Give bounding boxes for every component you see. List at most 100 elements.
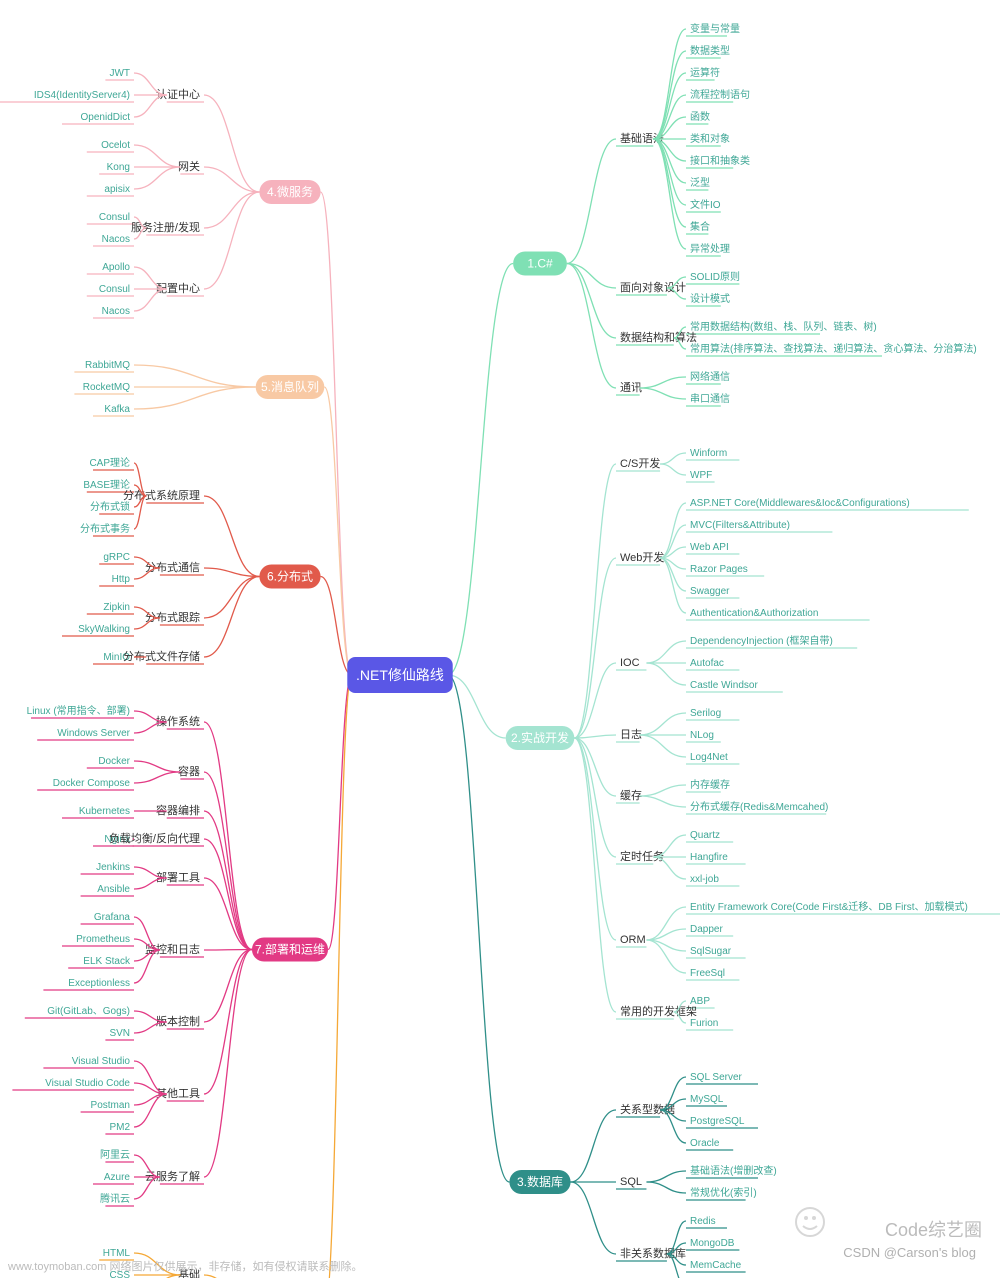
sub-node-label: C/S开发 bbox=[620, 456, 660, 470]
sub-node-label: 分布式通信 bbox=[145, 561, 200, 574]
leaf-label: Quartz bbox=[690, 830, 720, 841]
leaf-label: 运算符 bbox=[690, 66, 720, 79]
leaf-label: 腾讯云 bbox=[100, 1192, 130, 1205]
leaf-label: ELK Stack bbox=[83, 956, 131, 967]
main-node-label: 3.数据库 bbox=[517, 1174, 563, 1189]
main-node-label: 6.分布式 bbox=[267, 570, 313, 584]
sub-node-label: 容器编排 bbox=[156, 803, 200, 817]
sub-node-label: ORM bbox=[620, 934, 646, 946]
leaf-label: RocketMQ bbox=[83, 382, 130, 393]
leaf-label: Castle Windsor bbox=[690, 680, 758, 691]
leaf-label: 常用算法(排序算法、查找算法、递归算法、贪心算法、分治算法) bbox=[690, 342, 977, 355]
sub-node-label: 常用的开发框架 bbox=[620, 1004, 697, 1018]
leaf-label: Consul bbox=[99, 284, 130, 295]
leaf-label: Swagger bbox=[690, 586, 730, 597]
main-node-label: 1.C# bbox=[527, 257, 553, 271]
leaf-label: 常用数据结构(数组、栈、队列、链表、树) bbox=[690, 320, 877, 333]
leaf-label: IDS4(IdentityServer4) bbox=[34, 90, 130, 101]
root-node-label: .NET修仙路线 bbox=[356, 667, 444, 683]
leaf-label: Azure bbox=[104, 1172, 131, 1183]
leaf-label: 类和对象 bbox=[690, 132, 730, 145]
leaf-label: Consul bbox=[99, 212, 130, 223]
watermark-icon bbox=[796, 1208, 824, 1236]
leaf-label: Serilog bbox=[690, 708, 721, 719]
sub-node-label: SQL bbox=[620, 1176, 642, 1188]
leaf-label: ASP.NET Core(Middlewares&Ioc&Configurati… bbox=[690, 498, 910, 509]
leaf-label: Kong bbox=[107, 162, 130, 173]
leaf-label: OpenidDict bbox=[81, 112, 131, 123]
watermark-author: CSDN @Carson's blog bbox=[843, 1245, 976, 1260]
leaf-label: Jenkins bbox=[96, 862, 130, 873]
leaf-label: SOLID原则 bbox=[690, 270, 740, 283]
leaf-label: Docker bbox=[98, 756, 130, 767]
leaf-label: Entity Framework Core(Code First&迁移、DB F… bbox=[690, 900, 968, 913]
leaf-label: 网络通信 bbox=[690, 370, 730, 383]
leaf-label: DependencyInjection (框架自带) bbox=[690, 634, 833, 647]
sub-node-label: 分布式文件存储 bbox=[123, 649, 200, 663]
leaf-label: 接口和抽象类 bbox=[690, 154, 750, 167]
leaf-label: apisix bbox=[104, 184, 130, 195]
leaf-label: 变量与常量 bbox=[690, 22, 740, 35]
leaf-label: Docker Compose bbox=[53, 778, 131, 789]
leaf-label: Dapper bbox=[690, 924, 723, 935]
leaf-label: MongoDB bbox=[690, 1238, 735, 1249]
leaf-label: MySQL bbox=[690, 1094, 724, 1105]
leaf-label: Razor Pages bbox=[690, 564, 748, 575]
leaf-label: PM2 bbox=[109, 1122, 130, 1133]
leaf-label: CAP理论 bbox=[89, 456, 130, 469]
leaf-label: Oracle bbox=[690, 1138, 720, 1149]
leaf-label: Http bbox=[112, 574, 131, 585]
footer-disclaimer: www.toymoban.com 网络图片仅供展示，非存储，如有侵权请联系删除。 bbox=[8, 1258, 362, 1274]
leaf-label: Web API bbox=[690, 542, 729, 553]
leaf-label: Kafka bbox=[104, 404, 130, 415]
leaf-label: 集合 bbox=[690, 220, 710, 233]
sub-node-label: Web开发 bbox=[620, 550, 664, 564]
leaf-label: Exceptionless bbox=[68, 978, 130, 989]
sub-node-label: 负载均衡/反向代理 bbox=[109, 831, 200, 845]
leaf-label: Redis bbox=[690, 1216, 716, 1227]
leaf-label: 串口通信 bbox=[690, 393, 730, 405]
leaf-label: Prometheus bbox=[76, 934, 130, 945]
leaf-label: SVN bbox=[109, 1028, 130, 1039]
sub-node-label: 通讯 bbox=[620, 381, 642, 394]
leaf-label: SQL Server bbox=[690, 1072, 743, 1083]
leaf-label: 异常处理 bbox=[690, 242, 730, 255]
main-node-label: 5.消息队列 bbox=[261, 379, 319, 394]
mindmap-canvas: 变量与常量数据类型运算符流程控制语句函数类和对象接口和抽象类泛型文件IO集合异常… bbox=[0, 0, 1000, 1278]
leaf-label: Windows Server bbox=[57, 728, 130, 739]
leaf-label: PostgreSQL bbox=[690, 1116, 745, 1127]
leaf-label: Autofac bbox=[690, 658, 724, 669]
leaf-label: 内存缓存 bbox=[690, 778, 730, 791]
sub-node-label: 容器 bbox=[178, 764, 200, 778]
leaf-label: MVC(Filters&Attribute) bbox=[690, 520, 790, 531]
leaf-label: 文件IO bbox=[690, 198, 721, 211]
leaf-label: Apollo bbox=[102, 262, 130, 273]
sub-node-label: 数据结构和算法 bbox=[620, 330, 697, 344]
leaf-label: 数据类型 bbox=[690, 44, 730, 57]
sub-node-label: 网关 bbox=[178, 159, 200, 173]
sub-node-label: 云服务了解 bbox=[145, 1169, 200, 1183]
leaf-label: Zipkin bbox=[103, 602, 130, 613]
leaf-label: Visual Studio Code bbox=[45, 1078, 130, 1089]
leaf-label: Nacos bbox=[102, 234, 130, 245]
main-node-label: 4.微服务 bbox=[267, 184, 313, 199]
leaf-label: 基础语法(增删改查) bbox=[690, 1164, 777, 1177]
leaf-label: 泛型 bbox=[690, 176, 710, 189]
main-node-label: 2.实战开发 bbox=[511, 730, 569, 745]
leaf-label: FreeSql bbox=[690, 968, 725, 979]
leaf-label: Log4Net bbox=[690, 752, 728, 763]
leaf-label: Visual Studio bbox=[72, 1056, 131, 1067]
leaf-label: 设计模式 bbox=[690, 292, 730, 305]
leaf-label: 常规优化(索引) bbox=[690, 1186, 757, 1199]
leaf-label: 分布式事务 bbox=[80, 522, 130, 535]
leaf-label: JWT bbox=[109, 68, 130, 79]
sub-node-label: 分布式系统原理 bbox=[123, 489, 200, 502]
leaf-label: SqlSugar bbox=[690, 946, 732, 957]
leaf-label: 分布式缓存(Redis&Memcahed) bbox=[690, 800, 828, 813]
leaf-label: Authentication&Authorization bbox=[690, 608, 818, 619]
leaf-label: RabbitMQ bbox=[85, 360, 130, 371]
leaf-label: Grafana bbox=[94, 912, 131, 923]
leaf-label: Postman bbox=[91, 1100, 130, 1111]
leaf-label: Furion bbox=[690, 1018, 718, 1029]
watermark-brand: Code综艺圈 bbox=[885, 1216, 982, 1242]
